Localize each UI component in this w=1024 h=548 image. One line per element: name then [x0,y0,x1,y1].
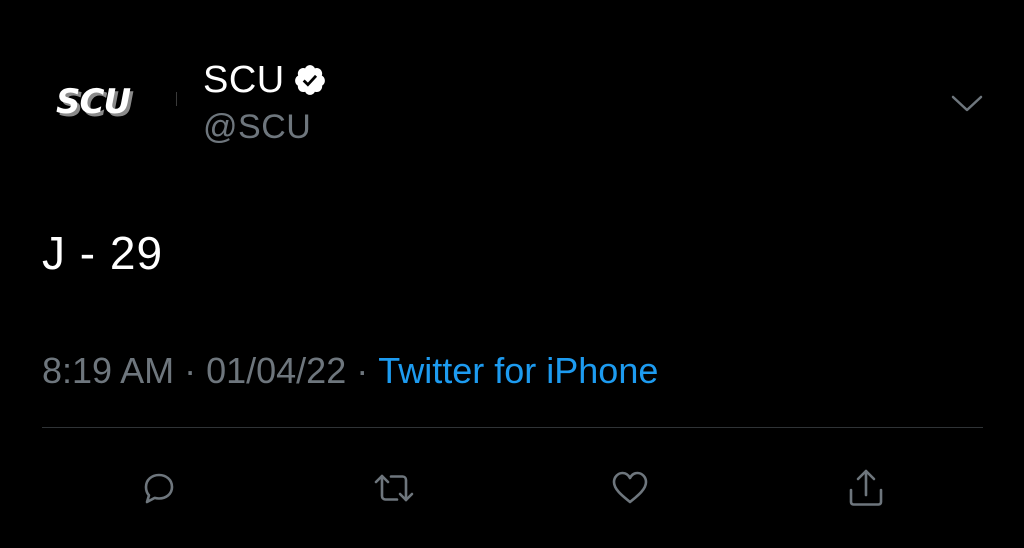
verified-badge-icon [293,63,327,97]
share-button[interactable] [836,458,896,518]
author-handle[interactable]: @SCU [203,108,311,147]
avatar[interactable]: SCU [56,70,176,134]
tweet-actions [0,458,1024,518]
avatar-logo: SCU [56,82,131,122]
comment-icon [144,473,174,504]
meta-separator: · [356,350,369,391]
tweet-source-link[interactable]: Twitter for iPhone [378,350,658,391]
author-name-row: SCU [203,58,327,102]
share-icon [849,469,883,506]
tweet-date: 01/04/22 [206,350,347,391]
tweet-text: J - 29 [42,227,164,279]
avatar-divider [176,92,177,106]
meta-separator: · [184,350,197,391]
display-name[interactable]: SCU [203,59,285,102]
tweet-meta: 8:19 AM · 01/04/22 · Twitter for iPhone [42,350,658,392]
chevron-down-icon[interactable] [950,92,984,114]
retweet-icon [374,474,414,502]
heart-icon [612,471,648,504]
retweet-button[interactable] [364,458,424,518]
tweet-detail: SCU SCU @SCU J - 29 8:19 AM · 01/04/22 · Twi… [0,0,1024,548]
divider [42,427,983,428]
reply-button[interactable] [128,458,188,518]
like-button[interactable] [600,458,660,518]
tweet-time: 8:19 AM [42,350,175,391]
